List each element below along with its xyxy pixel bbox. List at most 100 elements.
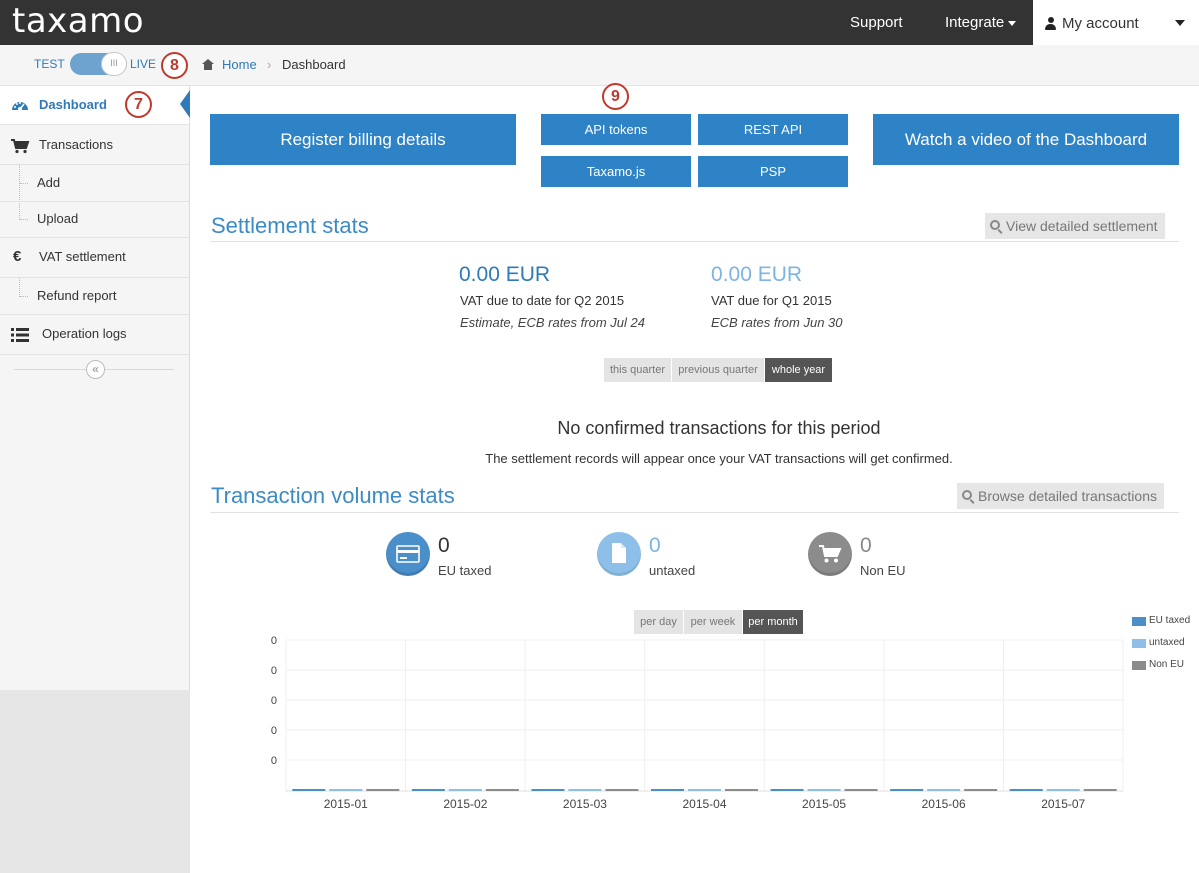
untaxed-badge: [597, 532, 641, 576]
eu-taxed-count: 0: [438, 534, 450, 557]
watch-video-button[interactable]: Watch a video of the Dashboard: [873, 114, 1179, 165]
y-tick-label: 0: [271, 755, 277, 767]
bar-eu-taxed: [770, 789, 804, 791]
x-tick-label: 2015-04: [682, 797, 726, 811]
settlement-section-title: Settlement stats: [211, 213, 369, 238]
sidebar-item-upload[interactable]: Upload: [0, 202, 189, 238]
search-icon: [990, 220, 1000, 230]
bar-non-eu: [1083, 789, 1117, 791]
sidebar-item-label: Operation logs: [42, 326, 127, 341]
annotation-marker-7: 7: [125, 91, 152, 118]
legend-swatch-non-eu: [1132, 661, 1146, 670]
period-previous-quarter[interactable]: previous quarter: [672, 358, 764, 382]
y-tick-label: 0: [271, 695, 277, 707]
x-tick-label: 2015-05: [802, 797, 846, 811]
section-divider: [210, 512, 1179, 513]
sidebar-item-vat-settlement[interactable]: VAT settlement: [0, 238, 189, 278]
bar-non-eu: [844, 789, 878, 791]
toggle-knob[interactable]: III: [101, 52, 127, 76]
taxamo-js-button[interactable]: Taxamo.js: [541, 156, 691, 187]
bar-eu-taxed: [651, 789, 684, 791]
integrate-label: Integrate: [945, 14, 1005, 31]
section-divider: [210, 241, 1179, 242]
tree-branch: [20, 219, 28, 220]
bar-eu-taxed: [531, 789, 565, 791]
collapse-sidebar-button[interactable]: «: [86, 360, 105, 379]
support-link[interactable]: Support: [850, 0, 903, 45]
legend-swatch-eu-taxed: [1132, 617, 1146, 626]
breadcrumb-home-link[interactable]: Home: [222, 57, 257, 72]
sidebar-item-refund-report[interactable]: Refund report: [0, 278, 189, 315]
annotation-marker-8: 8: [161, 52, 188, 79]
bar-non-eu: [725, 789, 758, 791]
q2-vat-amount: 0.00 EUR: [459, 263, 551, 286]
period-this-quarter[interactable]: this quarter: [604, 358, 671, 382]
breadcrumb-current: Dashboard: [282, 57, 346, 72]
y-tick-label: 0: [271, 665, 277, 677]
sidebar-item-label: Transactions: [39, 137, 113, 152]
my-account-label: My account: [1062, 15, 1139, 32]
bar-untaxed: [807, 789, 841, 791]
sidebar-item-dashboard[interactable]: Dashboard: [0, 86, 189, 125]
user-icon: [1045, 17, 1056, 30]
register-billing-button[interactable]: Register billing details: [210, 114, 516, 165]
credit-card-icon: [396, 545, 420, 563]
integrate-menu[interactable]: Integrate: [945, 0, 1017, 45]
live-mode-label[interactable]: LIVE: [130, 57, 156, 71]
api-tokens-button[interactable]: API tokens: [541, 114, 691, 145]
x-tick-label: 2015-01: [324, 797, 368, 811]
period-whole-year[interactable]: whole year: [765, 358, 832, 382]
bar-untaxed: [448, 789, 482, 791]
browse-detailed-transactions-button[interactable]: Browse detailed transactions: [957, 483, 1164, 509]
sidebar-item-add[interactable]: Add: [0, 165, 189, 202]
my-account-menu[interactable]: My account: [1033, 0, 1199, 45]
y-tick-label: 0: [271, 635, 277, 647]
view-detailed-settlement-button[interactable]: View detailed settlement: [985, 213, 1165, 239]
untaxed-count: 0: [649, 534, 661, 557]
sidebar-item-label: Add: [37, 175, 61, 190]
q2-vat-note: Estimate, ECB rates from Jul 24: [460, 315, 645, 330]
x-tick-label: 2015-02: [443, 797, 487, 811]
view-detailed-settlement-label: View detailed settlement: [1006, 218, 1158, 234]
caret-down-icon: [1008, 20, 1017, 26]
bar-untaxed: [329, 789, 363, 791]
euro-icon: €: [13, 248, 22, 265]
bar-untaxed: [568, 789, 602, 791]
sidebar-item-label: Dashboard: [39, 97, 107, 112]
test-mode-label[interactable]: TEST: [34, 57, 65, 71]
bar-untaxed: [1046, 789, 1080, 791]
tree-branch: [20, 296, 28, 297]
bar-eu-taxed: [1009, 789, 1043, 791]
psp-button[interactable]: PSP: [698, 156, 848, 187]
home-icon: [202, 59, 214, 70]
volume-section-title: Transaction volume stats: [211, 483, 455, 508]
legend-non-eu: Non EU: [1149, 659, 1185, 670]
tree-branch: [20, 183, 28, 184]
eu-taxed-badge: [386, 532, 430, 576]
empty-state-title: No confirmed transactions for this perio…: [557, 418, 881, 438]
top-navbar: taxamo Support Integrate My account: [0, 0, 1199, 45]
bar-non-eu: [485, 789, 519, 791]
search-icon: [962, 490, 972, 500]
cart-icon: [11, 139, 30, 154]
q1-vat-amount: 0.00 EUR: [711, 263, 803, 286]
bar-non-eu: [366, 789, 400, 791]
legend-eu-taxed: EU taxed: [1149, 615, 1191, 626]
bar-non-eu: [605, 789, 639, 791]
taxamo-logo[interactable]: taxamo: [12, 0, 144, 45]
list-icon: [11, 328, 29, 342]
chevron-down-icon: [1175, 20, 1185, 26]
dashboard-gauge-icon: [12, 102, 28, 111]
rest-api-button[interactable]: REST API: [698, 114, 848, 145]
breadcrumb-separator: ›: [267, 57, 272, 72]
bar-untaxed: [927, 789, 961, 791]
sidebar-item-label: VAT settlement: [39, 249, 126, 264]
q2-vat-label: VAT due to date for Q2 2015: [460, 293, 625, 308]
bar-eu-taxed: [890, 789, 924, 791]
x-tick-label: 2015-03: [563, 797, 607, 811]
bar-untaxed: [688, 789, 721, 791]
non-eu-count: 0: [860, 534, 872, 557]
active-item-pointer: [180, 90, 190, 118]
y-tick-label: 0: [271, 725, 277, 737]
bar-eu-taxed: [411, 789, 445, 791]
